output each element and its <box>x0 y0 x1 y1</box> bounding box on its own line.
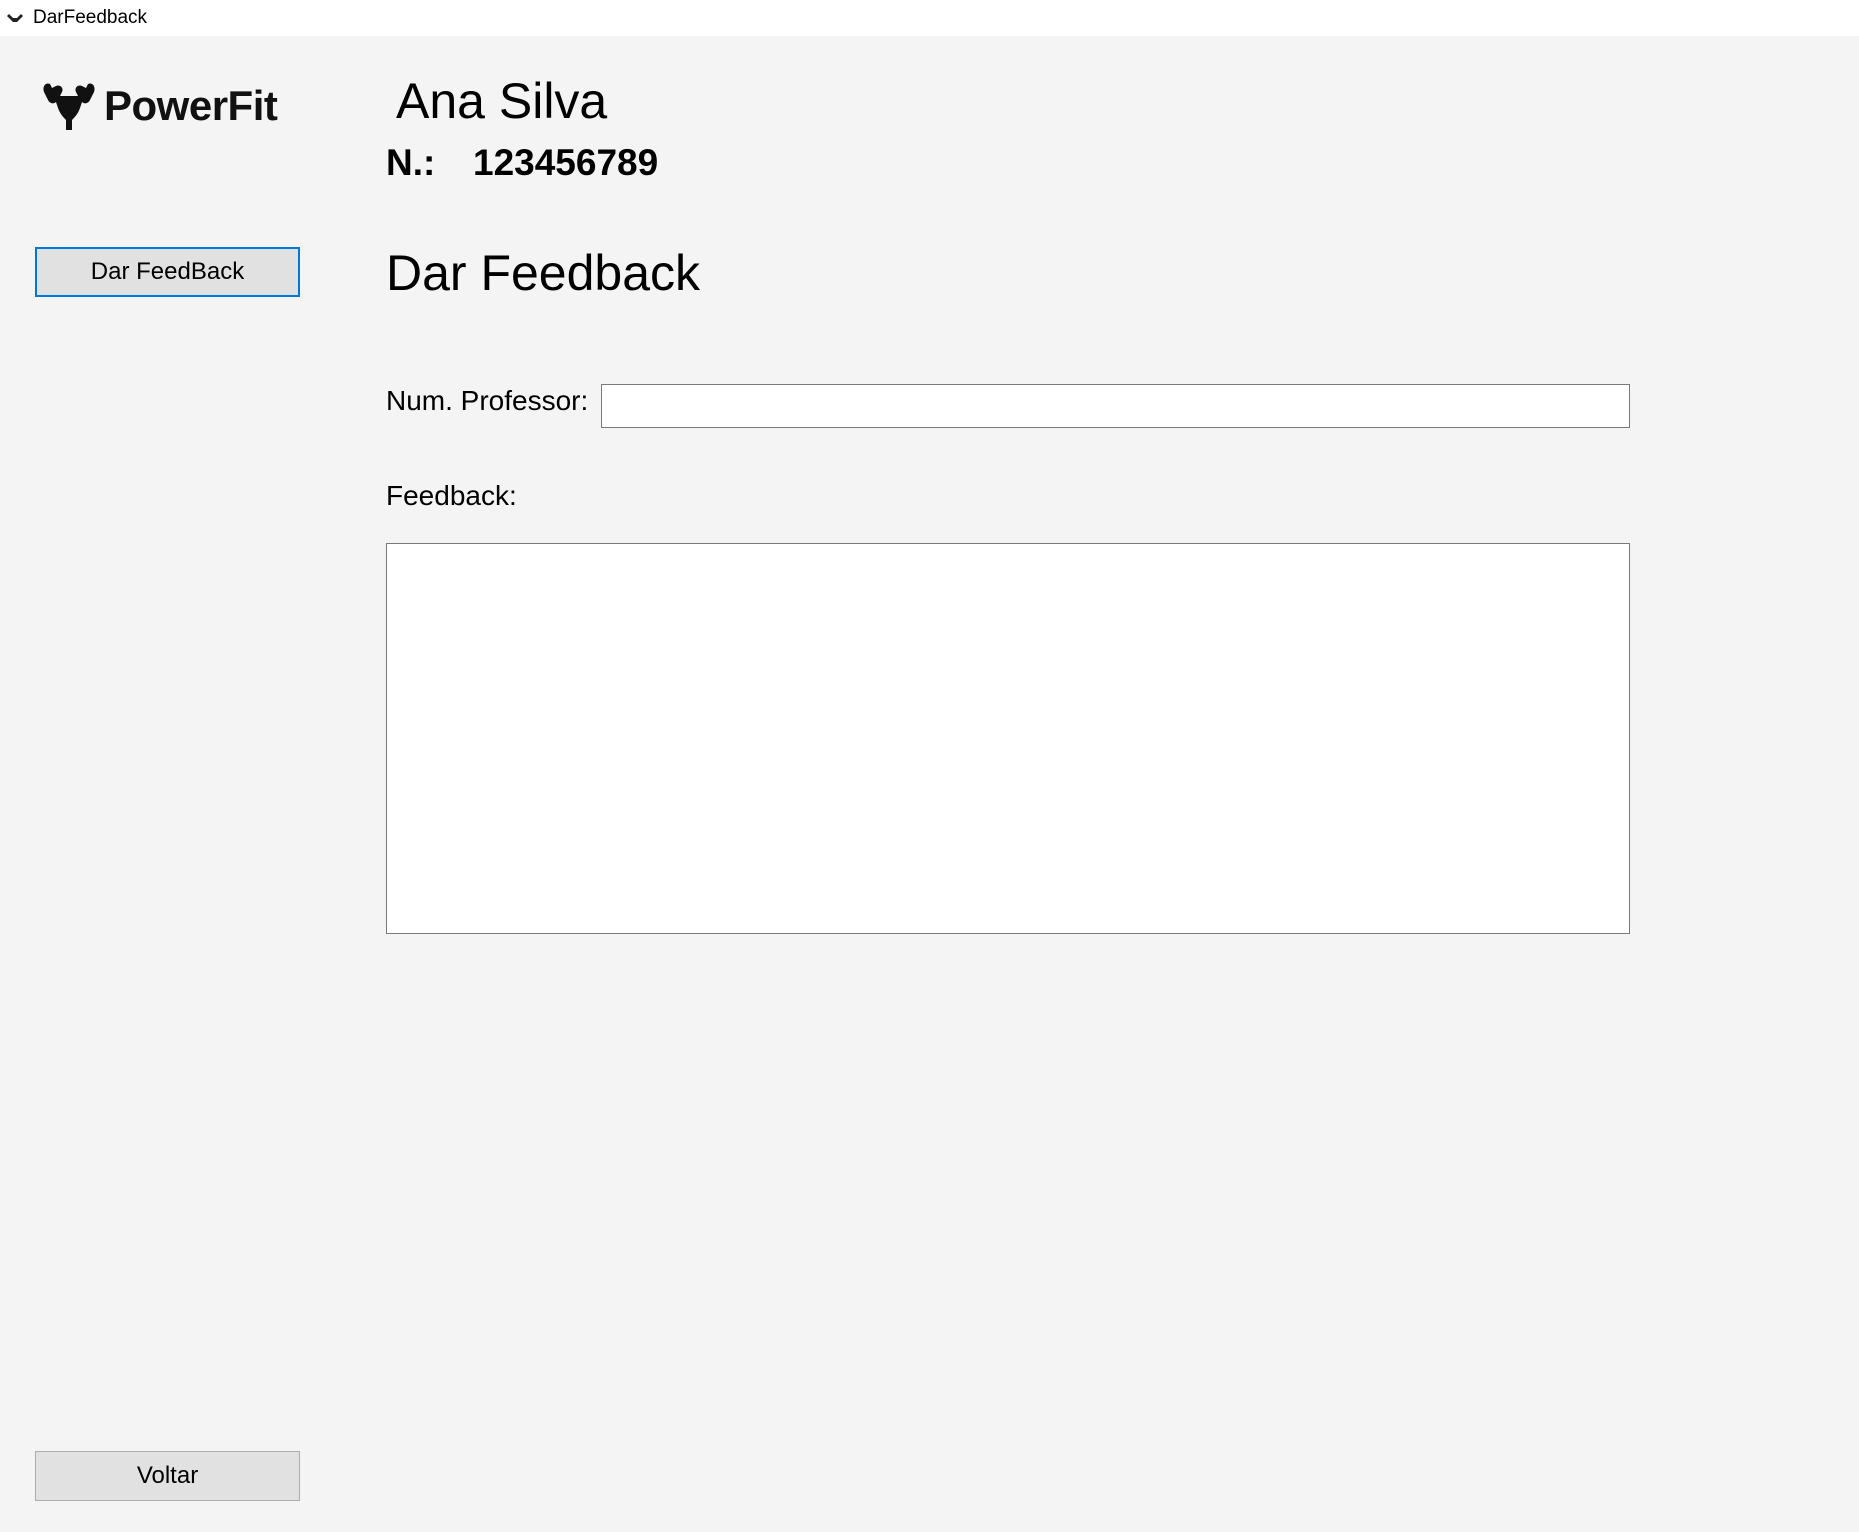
flexing-arm-icon <box>38 78 100 134</box>
professor-number-label: Num. Professor: <box>386 385 589 416</box>
give-feedback-button[interactable]: Dar FeedBack <box>35 247 300 297</box>
user-number-label: N.: <box>386 142 436 183</box>
brand-logo: PowerFit <box>38 78 278 134</box>
feedback-textarea[interactable] <box>386 543 1630 934</box>
brand-name: PowerFit <box>104 82 278 129</box>
professor-number-input[interactable] <box>601 384 1630 428</box>
app-icon <box>5 12 25 24</box>
window-titlebar: DarFeedback <box>0 0 1859 36</box>
window-title: DarFeedback <box>33 7 148 28</box>
user-number-value: 123456789 <box>473 142 659 183</box>
user-number: N.: 123456789 <box>386 142 658 184</box>
user-name: Ana Silva <box>396 73 608 129</box>
feedback-label: Feedback: <box>386 480 517 511</box>
page-title: Dar Feedback <box>386 245 701 301</box>
back-button[interactable]: Voltar <box>35 1451 300 1501</box>
